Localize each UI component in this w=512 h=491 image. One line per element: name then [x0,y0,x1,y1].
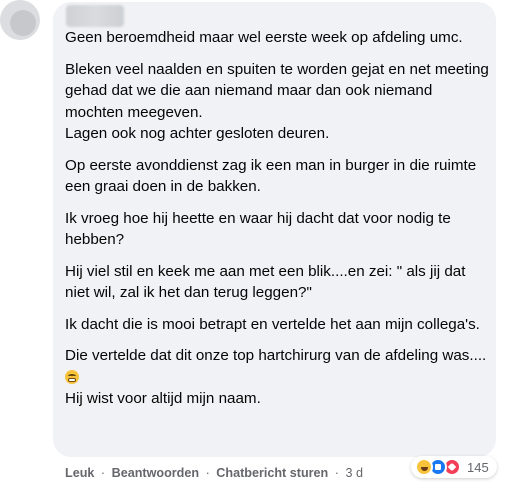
author-name-blurred[interactable] [66,5,124,27]
reaction-count: 145 [467,459,489,475]
comment-paragraph: Op eerste avonddienst zag ik een man in … [65,156,477,196]
grinning-face-emoji-icon [65,369,79,384]
comment-text: Geen beroemdheid maar wel eerste week op… [65,27,490,410]
comment-paragraph: Ik vroeg hoe hij heette en waar hij dach… [65,209,451,249]
like-button[interactable]: Leuk [65,466,94,480]
comment-paragraph: Die vertelde dat dit onze top hartchirur… [65,347,487,364]
comment-paragraph: Bleken veel naalden en spuiten te worden… [65,60,489,143]
comment-paragraph: Hij wist voor altijd mijn naam. [65,390,261,407]
separator: · [334,466,339,480]
emoji-line [65,367,490,389]
comment-paragraph: Ik dacht die is mooi betrapt en vertelde… [65,315,480,333]
send-message-button[interactable]: Chatbericht sturen [216,466,328,480]
separator: · [100,466,106,480]
timestamp[interactable]: 3 d [345,466,363,480]
avatar[interactable] [0,0,40,40]
comment-paragraph: Geen beroemdheid maar wel eerste week op… [65,29,463,46]
reply-button[interactable]: Beantwoorden [112,466,199,480]
separator: · [205,466,210,480]
comment-paragraph: Hij viel stil en keek me aan met een bli… [65,262,466,302]
haha-reaction-icon [415,458,433,476]
comment-actions: Leuk · Beantwoorden · Chatbericht sturen… [65,466,363,480]
reactions-summary[interactable]: 145 [411,456,497,478]
